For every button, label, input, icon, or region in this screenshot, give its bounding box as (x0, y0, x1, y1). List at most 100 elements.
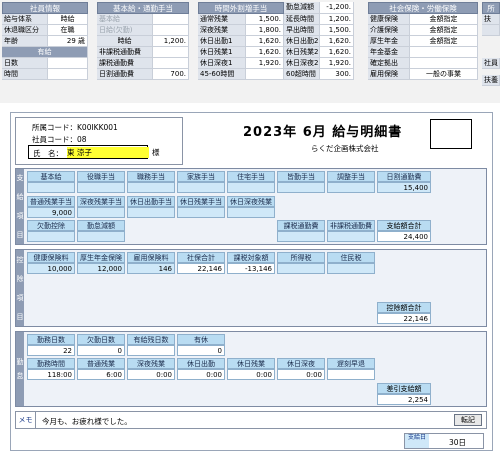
ot-right-6-value[interactable]: 300. (320, 69, 354, 79)
att-v2-2[interactable]: 0:00 (127, 369, 175, 380)
pay-h1-3: 家族手当 (177, 171, 225, 182)
pay-h1-5: 皆勤手当 (277, 171, 325, 182)
deductions-side-char: 目 (16, 312, 24, 321)
pay-h2-2: 休日出勤手当 (127, 196, 175, 207)
insurance-panel: 社会保険・労働保険 健康保険 金額指定 介護保険 金額指定 厚生年金 金額指定 年金基… (368, 2, 478, 80)
care-ins-value[interactable]: 金額指定 (410, 25, 478, 35)
pay-v3-5[interactable] (277, 231, 325, 242)
ot-left-5-value[interactable] (246, 69, 284, 79)
pay-v2-4[interactable] (227, 207, 275, 218)
pay-v1-4[interactable] (227, 182, 275, 193)
pay-v3-0[interactable] (27, 231, 75, 242)
pay-v1-5[interactable] (277, 182, 325, 193)
att-v2-0[interactable]: 118:00 (27, 369, 75, 380)
att-v2-3[interactable]: 0:00 (177, 369, 225, 380)
ot-left-0-value[interactable]: 1,500. (246, 14, 284, 24)
ded-v-6[interactable] (327, 263, 375, 274)
pay-h3-0: 欠勤控除 (27, 220, 75, 231)
ot-right-2-label: 早出時間 (284, 25, 320, 35)
attendance-section: 勤 怠 勤務日数 欠勤日数 有給残日数 有休 22 0 0 勤務時間 普通残業 … (15, 331, 487, 407)
pay-date-value[interactable]: 30日 (449, 437, 466, 448)
employment-ins-value[interactable]: 一般の事業 (410, 69, 478, 79)
leave-status-value[interactable]: 在職 (48, 25, 88, 35)
pay-v2-0[interactable]: 9,000 (27, 207, 75, 218)
ded-v-1[interactable]: 12,000 (77, 263, 125, 274)
ot-right-4-value[interactable]: 1,620. (320, 47, 354, 57)
age-label: 年齢 (2, 36, 48, 46)
pay-v1-1[interactable] (77, 182, 125, 193)
name-label: 氏 名： (33, 149, 63, 158)
daily-pay-value[interactable] (153, 25, 189, 35)
pay-system-label: 給与体系 (2, 14, 48, 24)
extra-row-2: 社員 (482, 58, 500, 68)
name-field[interactable]: 氏 名： 東 涼子 (28, 145, 149, 159)
age-value[interactable]: 29 歳 (48, 36, 88, 46)
ot-right-2-value[interactable]: 1,500. (320, 25, 354, 35)
pay-h2-3: 休日残業手当 (177, 196, 225, 207)
pay-v2-2[interactable] (127, 207, 175, 218)
base-salary-value[interactable] (153, 14, 189, 24)
nontax-commute-value[interactable] (153, 47, 189, 57)
memo-row: メモ 今月も、お疲れ様でした。 転記 (15, 411, 487, 429)
pay-v1-3[interactable] (177, 182, 225, 193)
pay-v3-1[interactable] (77, 231, 125, 242)
ot-left-1-value[interactable]: 1,800. (246, 25, 284, 35)
pay-h1-0: 基本給 (27, 171, 75, 182)
ded-v-2[interactable]: 146 (127, 263, 175, 274)
leave-days-value[interactable] (48, 58, 88, 68)
overtime-title: 時間外割増手当 (198, 2, 284, 14)
leave-hours-value[interactable] (48, 69, 88, 79)
ot-right-5-label: 休日深夜2 (284, 58, 320, 68)
leave-hours-label: 時間 (2, 69, 48, 79)
payments-section: 支 給 項 目 基本給 役職手当 職務手当 家族手当 住宅手当 皆勤手当 調整手… (15, 168, 487, 245)
ot-right-1-label: 延長時間 (284, 14, 320, 24)
att-v2-4[interactable]: 0:00 (227, 369, 275, 380)
ot-right-3-value[interactable]: 1,620. (320, 36, 354, 46)
tax-commute-value[interactable] (153, 58, 189, 68)
pay-h2-0: 普通残業手当 (27, 196, 75, 207)
health-ins-value[interactable]: 金額指定 (410, 14, 478, 24)
pay-v1-7[interactable]: 15,400 (377, 182, 431, 193)
ded-v-5[interactable] (277, 263, 325, 274)
employee-info-panel: 社員情報 給与体系 時給 休退職区分 在職 年齢 29 歳 有給 日数 時間 (2, 2, 88, 80)
ot-right-0-value[interactable]: -1,200. (320, 2, 354, 13)
name-value[interactable]: 東 涼子 (67, 147, 149, 158)
extra-row-1 (482, 25, 500, 35)
pay-v1-2[interactable] (127, 182, 175, 193)
att-v2-1[interactable]: 6:00 (77, 369, 125, 380)
ot-right-6-label: 60超時間 (284, 69, 320, 79)
att-v2-5[interactable]: 0:00 (277, 369, 325, 380)
ot-right-5-value[interactable]: 1,920. (320, 58, 354, 68)
ot-left-3-value[interactable]: 1,620. (246, 47, 284, 57)
pay-system-value[interactable]: 時給 (48, 14, 88, 24)
tax-commute-label: 課税通勤費 (97, 58, 153, 68)
settings-area: 社員情報 給与体系 時給 休退職区分 在職 年齢 29 歳 有給 日数 時間 基本給・… (0, 0, 500, 103)
pension-fund-value[interactable] (410, 47, 478, 57)
att-h2-4: 休日残業 (227, 358, 275, 369)
ot-right-1-value[interactable]: 1,200. (320, 14, 354, 24)
ded-v-0[interactable]: 10,000 (27, 263, 75, 274)
ot-left-0-label: 通常残業 (198, 14, 246, 24)
transfer-button[interactable]: 転記 (454, 414, 482, 426)
att-v1-1[interactable]: 0 (77, 345, 125, 356)
ot-left-4-value[interactable]: 1,920. (246, 58, 284, 68)
pay-v2-3[interactable] (177, 207, 225, 218)
hourly-pay-value[interactable]: 1,200. (153, 36, 189, 46)
memo-text[interactable]: 今月も、お疲れ様でした。 (42, 416, 132, 427)
pension-value[interactable]: 金額指定 (410, 36, 478, 46)
daily-commute-value[interactable]: 700. (153, 69, 189, 79)
pay-v2-1[interactable] (77, 207, 125, 218)
att-v1-0[interactable]: 22 (27, 345, 75, 356)
att-v1-3[interactable]: 0 (177, 345, 225, 356)
pay-date-box: 支給日 30日 (404, 433, 484, 449)
ot-left-2-value[interactable]: 1,620. (246, 36, 284, 46)
pay-v3-6[interactable] (327, 231, 375, 242)
dc-pension-value[interactable] (410, 58, 478, 68)
pay-v1-0[interactable] (27, 182, 75, 193)
att-v1-2[interactable] (127, 345, 175, 356)
pay-slip: 所属コード：K00IKK001 社員コード：08 氏 名： 東 涼子 様 202… (10, 112, 493, 451)
pay-v1-6[interactable] (327, 182, 375, 193)
extra-panel: 所 扶 社員 扶養 (482, 2, 500, 86)
att-v2-6[interactable] (327, 369, 375, 380)
employee-info-title: 社員情報 (2, 2, 88, 14)
